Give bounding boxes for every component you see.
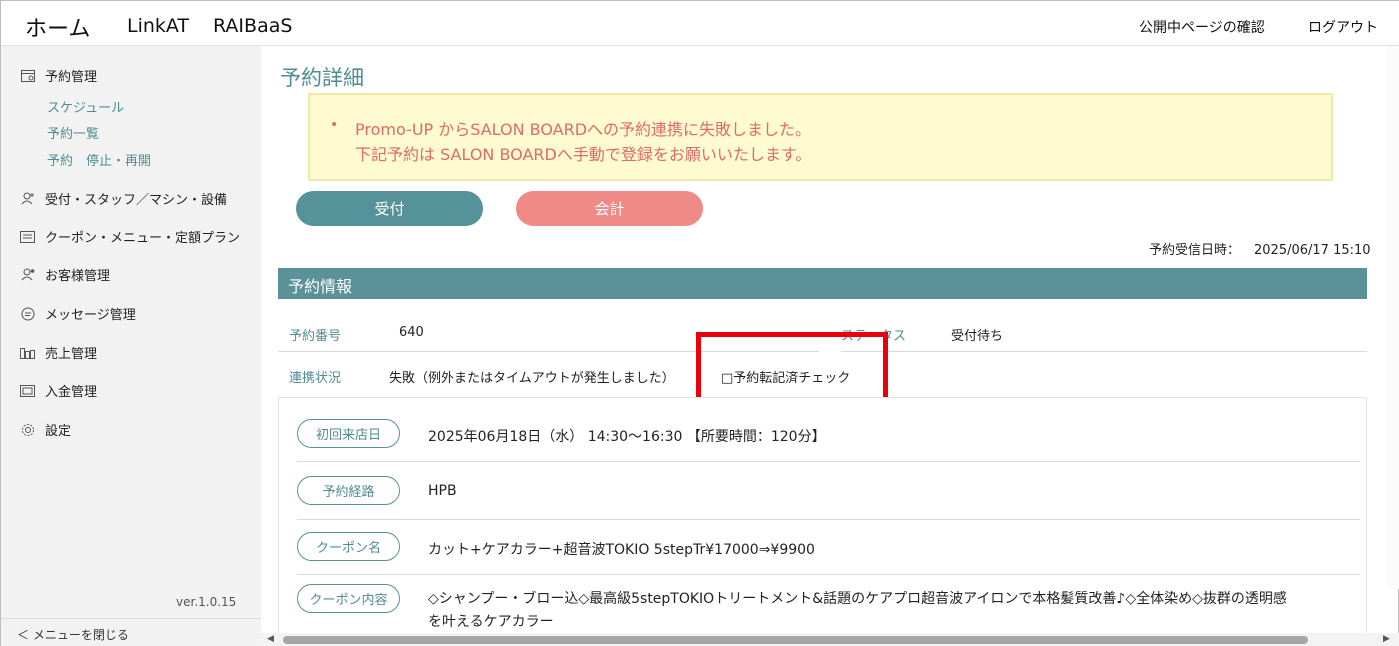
sidebar-item-sales-mgmt[interactable]: 売上管理 (19, 343, 97, 362)
bar-chart-icon (19, 346, 36, 360)
sidebar-item-label: 設定 (45, 424, 72, 439)
first-visit-value: 2025年06月18日（水） 14:30〜16:30 【所要時間：120分】 (428, 429, 826, 445)
sidebar-sub-pause-resume[interactable]: 予約 停止・再開 (47, 150, 151, 169)
reservation-detail-card: 初回来店日 2025年06月18日（水） 14:30〜16:30 【所要時間：1… (278, 397, 1367, 646)
reservation-no-value: 640 (399, 325, 424, 340)
received-datetime: 予約受信日時： 2025/06/17 15:10 (1149, 239, 1371, 258)
top-navigation: ホーム LinkAT RAIBaaS 公開中ページの確認 ログアウト (1, 1, 1399, 52)
sidebar-item-label: 予約管理 (45, 70, 98, 85)
reservation-no-label: 予約番号 (289, 329, 342, 344)
received-value: 2025/06/17 15:10 (1254, 243, 1371, 258)
coupon-content-label: クーポン内容 (297, 584, 400, 613)
status-value: 受付待ち (951, 329, 1004, 344)
close-menu-button[interactable]: ＜ メニューを閉じる (1, 618, 261, 646)
alert-bullet: • (330, 117, 339, 133)
scrollbar-thumb[interactable] (283, 636, 1308, 644)
sidebar-item-coupon-menu[interactable]: クーポン・メニュー・定額プラン (19, 227, 240, 246)
checkout-button[interactable]: 会計 (516, 191, 703, 226)
vertical-scrollbar[interactable] (1387, 46, 1399, 589)
chat-icon (19, 307, 36, 321)
logout-link[interactable]: ログアウト (1308, 17, 1378, 37)
version-label: ver.1.0.15 (176, 595, 237, 609)
horizontal-scrollbar[interactable]: ◀ ▶ (261, 633, 1399, 646)
sidebar-item-label: 受付・スタッフ／マシン・設備 (45, 193, 228, 208)
first-visit-label: 初回来店日 (297, 419, 400, 448)
divider (297, 574, 1360, 575)
sidebar-item-reception-staff[interactable]: 受付・スタッフ／マシン・設備 (19, 189, 227, 208)
sidebar-item-payment-mgmt[interactable]: 入金管理 (19, 381, 97, 400)
reception-button[interactable]: 受付 (296, 191, 483, 226)
scroll-right-arrow-icon[interactable]: ▶ (1383, 634, 1390, 644)
route-value: HPB (428, 483, 457, 499)
divider (297, 519, 1360, 520)
gear-icon (19, 423, 36, 437)
coupon-content-line2: を叶えるケアカラー (428, 614, 554, 630)
sidebar-item-label: 売上管理 (45, 347, 98, 362)
sidebar-item-settings[interactable]: 設定 (19, 420, 71, 439)
section-header-reservation-info: 予約情報 (278, 268, 1367, 299)
calendar-icon (19, 69, 36, 83)
received-label: 予約受信日時： (1149, 243, 1241, 258)
sidebar-item-reservation-mgmt[interactable]: 予約管理 (19, 66, 97, 85)
sidebar-item-label: 入金管理 (45, 385, 98, 400)
main-content: 予約詳細 • Promo-UP からSALON BOARDへの予約連携に失敗しま… (261, 46, 1399, 646)
sidebar: 予約管理 スケジュール 予約一覧 予約 停止・再開 受付・スタッフ／マシン・設備… (1, 46, 261, 646)
sidebar-item-message-mgmt[interactable]: メッセージ管理 (19, 304, 136, 323)
sidebar-item-customer-mgmt[interactable]: お客様管理 (19, 265, 110, 284)
sidebar-item-label: メッセージ管理 (45, 308, 136, 323)
error-alert: • Promo-UP からSALON BOARDへの予約連携に失敗しました。 下… (308, 93, 1333, 181)
page-title: 予約詳細 (280, 66, 364, 90)
sidebar-item-label: クーポン・メニュー・定額プラン (45, 231, 241, 246)
divider (297, 461, 1360, 462)
nav-linkat[interactable]: LinkAT (127, 15, 189, 37)
alert-message-line2: 下記予約は SALON BOARDへ手動で登録をお願いいたします。 (355, 145, 812, 164)
sidebar-sub-reservation-list[interactable]: 予約一覧 (47, 123, 99, 142)
user-add-icon (19, 192, 36, 206)
sidebar-sub-schedule[interactable]: スケジュール (47, 97, 124, 116)
ticket-icon (19, 230, 36, 244)
coupon-name-label: クーポン名 (297, 532, 400, 561)
link-status-label: 連携状況 (289, 371, 342, 386)
route-label: 予約経路 (297, 476, 400, 505)
public-page-check-link[interactable]: 公開中ページの確認 (1139, 17, 1265, 37)
scroll-left-arrow-icon[interactable]: ◀ (267, 634, 274, 644)
link-status-value: 失敗（例外またはタイムアウトが発生しました） (389, 371, 675, 386)
highlight-box (696, 332, 888, 406)
user-settings-icon (19, 268, 36, 282)
money-icon (19, 384, 36, 398)
sidebar-item-label: お客様管理 (45, 269, 111, 284)
nav-raibaas[interactable]: RAIBaaS (213, 15, 292, 37)
alert-message-line1: Promo-UP からSALON BOARDへの予約連携に失敗しました。 (355, 120, 812, 139)
coupon-content-line1: ◇シャンプー・ブロー込◇最高級5stepTOKIOトリートメント&話題のケアプロ… (428, 591, 1287, 607)
coupon-name-value: カット+ケアカラー+超音波TOKIO 5stepTr¥17000⇒¥9900 (428, 542, 815, 558)
